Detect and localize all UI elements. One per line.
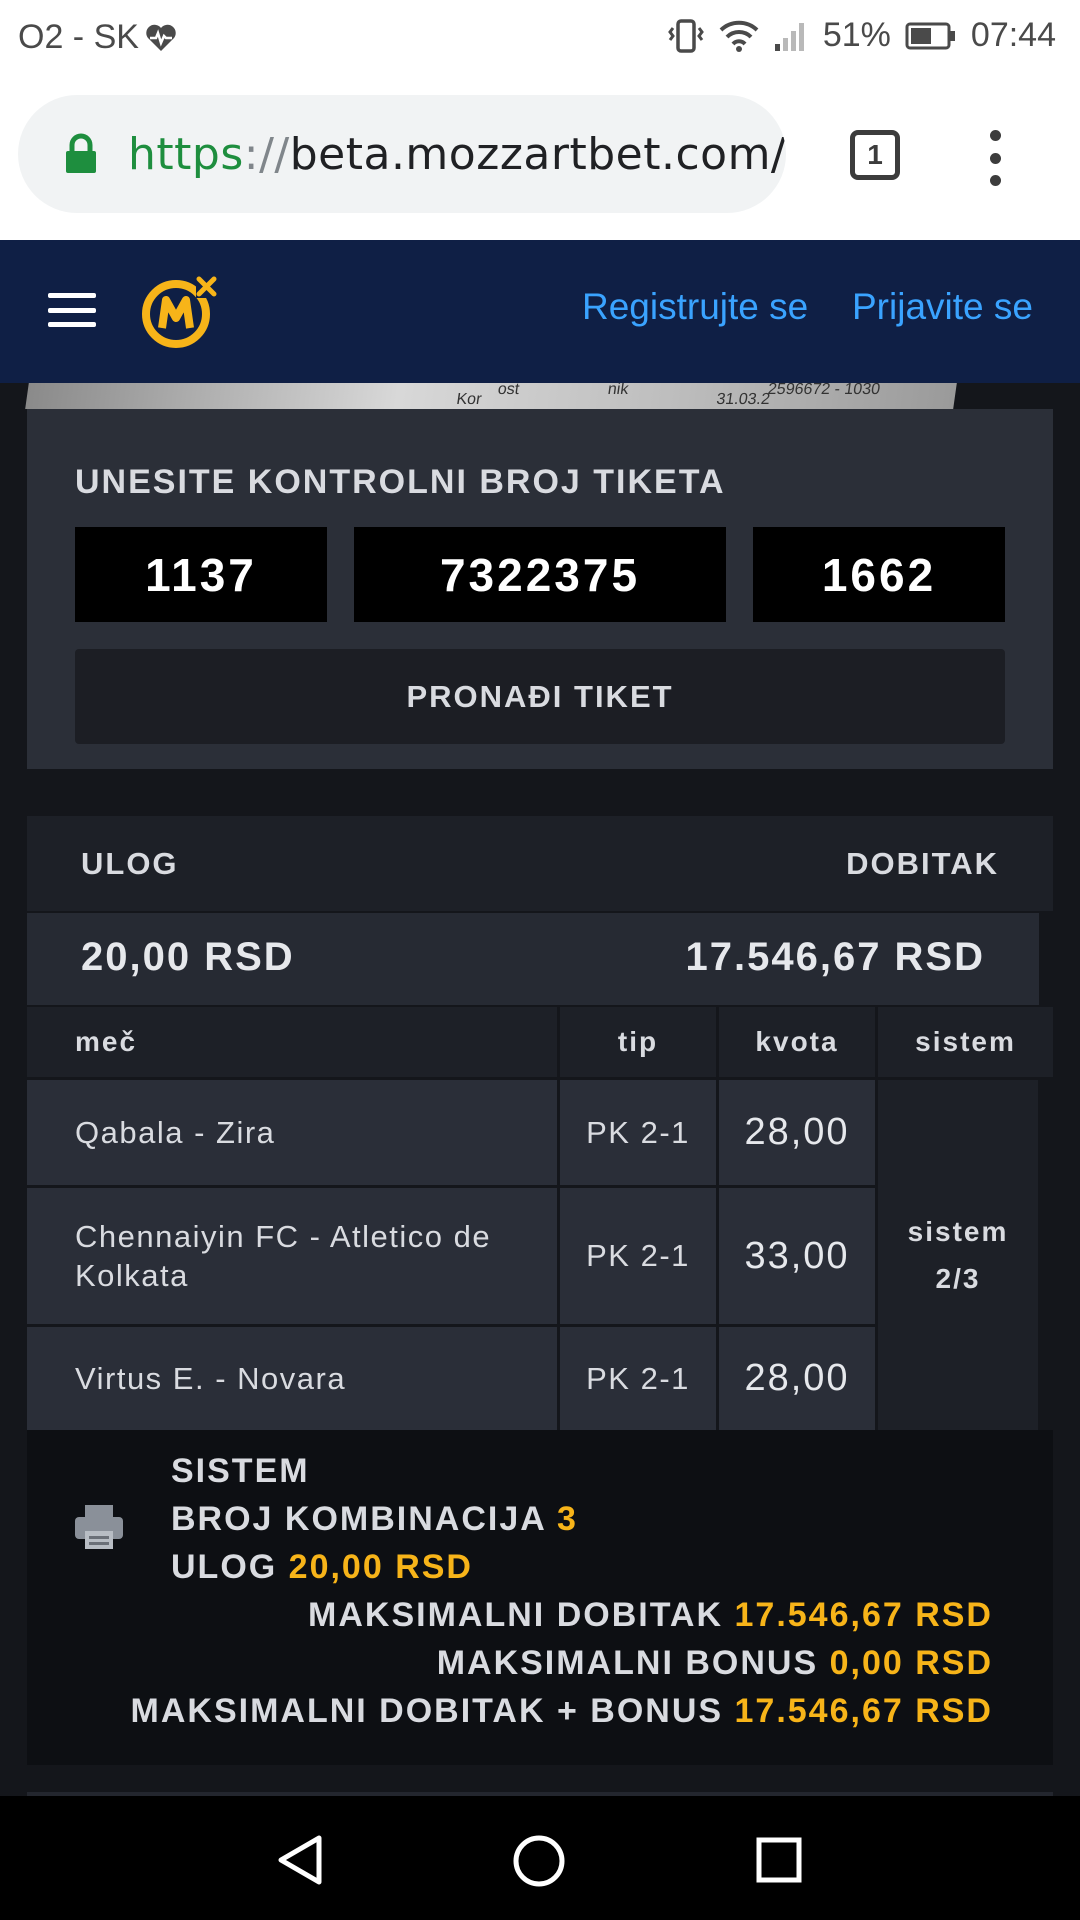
combinations-value: 3 (557, 1500, 578, 1538)
stake-header: ULOG DOBITAK (27, 816, 1053, 911)
summary-system: SISTEM (171, 1452, 310, 1491)
ticket-summary: SISTEM BROJ KOMBINACIJA 3 ULOG 20,00 RSD… (27, 1430, 1053, 1765)
system-navigation-bar (0, 1796, 1080, 1920)
heart-monitor-icon (145, 23, 177, 53)
stake-value: 20,00 RSD (81, 935, 295, 979)
browser-menu-button[interactable] (980, 130, 1010, 186)
ticket-code-field-3[interactable]: 1662 (753, 527, 1005, 622)
recents-icon[interactable] (755, 1836, 803, 1889)
banner-image: ost nik 2596672 - 1030 Kor 31.03.2 (25, 383, 957, 409)
find-ticket-button[interactable]: PRONAĐI TIKET (75, 649, 1005, 744)
url-separator: :// (243, 128, 290, 180)
menu-line (48, 307, 96, 313)
ticket-code-field-2[interactable]: 7322375 (354, 527, 726, 622)
page-content: ost nik 2596672 - 1030 Kor 31.03.2 UNESI… (0, 383, 1080, 1796)
summary-stake: ULOG 20,00 RSD (171, 1548, 473, 1587)
url-text: https://beta.mozzartbet.com/ (128, 129, 786, 180)
max-win-label: MAKSIMALNI DOBITAK (308, 1596, 724, 1634)
table-row-tip: PK 2-1 (560, 1188, 716, 1324)
max-total-value: 17.546,67 RSD (734, 1692, 993, 1730)
login-link[interactable]: Prijavite se (852, 286, 1033, 328)
summary-max-bonus: MAKSIMALNI BONUS 0,00 RSD (437, 1644, 993, 1683)
carrier-label: O2 - SK (18, 18, 139, 56)
mozzart-logo[interactable] (140, 272, 220, 357)
stake-values: 20,00 RSD 17.546,67 RSD (27, 913, 1039, 1005)
menu-line (48, 322, 96, 327)
win-value: 17.546,67 RSD (685, 935, 985, 979)
table-row-odds: 28,00 (719, 1327, 875, 1430)
max-win-value: 17.546,67 RSD (734, 1596, 993, 1634)
url-host: beta.mozzartbet.com/ (289, 128, 786, 180)
status-right: 51% 07:44 (667, 16, 1056, 55)
menu-dot (989, 175, 1001, 186)
system-word: sistem (907, 1216, 1009, 1247)
table-row-match: Qabala - Zira (27, 1080, 557, 1185)
summary-system-label: SISTEM (171, 1452, 310, 1490)
column-header-tip: tip (560, 1007, 716, 1077)
banner-text: 2596672 - 1030 (766, 383, 882, 398)
printer-icon[interactable] (73, 1503, 125, 1551)
win-label: DOBITAK (846, 846, 999, 881)
system-value: 2/3 (935, 1263, 981, 1294)
ticket-search-panel: UNESITE KONTROLNI BROJ TIKETA 1137 73223… (27, 409, 1053, 769)
banner-text: 31.03.2 (715, 391, 772, 408)
browser-toolbar: https://beta.mozzartbet.com/ 1 (0, 75, 1080, 240)
table-row-match: Chennaiyin FC - Atletico de Kolkata (27, 1188, 557, 1324)
clock: 07:44 (970, 16, 1056, 54)
menu-line (48, 293, 96, 298)
banner-text: nik (606, 383, 630, 398)
vibrate-icon (667, 18, 705, 54)
column-header-system: sistem (878, 1007, 1053, 1077)
max-bonus-label: MAKSIMALNI BONUS (436, 1644, 819, 1682)
table-row-tip: PK 2-1 (560, 1327, 716, 1430)
column-header-match: meč (27, 1007, 557, 1077)
summary-stake-value: 20,00 RSD (288, 1548, 473, 1586)
register-link[interactable]: Registrujte se (582, 286, 808, 328)
max-total-label: MAKSIMALNI DOBITAK + BONUS (130, 1692, 724, 1730)
banner-text: Kor (455, 391, 483, 408)
summary-max-total: MAKSIMALNI DOBITAK + BONUS 17.546,67 RSD (131, 1692, 993, 1731)
lock-icon (64, 133, 98, 175)
site-header: Registrujte se Prijavite se (0, 240, 1080, 383)
wifi-icon (719, 20, 759, 52)
signal-icon (773, 20, 809, 52)
address-bar[interactable]: https://beta.mozzartbet.com/ (18, 95, 786, 213)
url-scheme: https (128, 128, 244, 180)
table-row-odds: 33,00 (719, 1188, 875, 1324)
system-cell: sistem 2/3 (878, 1080, 1038, 1430)
combinations-label: BROJ KOMBINACIJA (171, 1500, 546, 1538)
menu-dot (989, 152, 1001, 164)
table-row-match: Virtus E. - Novara (27, 1327, 557, 1430)
tab-switcher-button[interactable]: 1 (850, 130, 900, 180)
status-left: O2 - SK (18, 18, 177, 57)
battery-icon (905, 22, 957, 50)
summary-max-win: MAKSIMALNI DOBITAK 17.546,67 RSD (308, 1596, 993, 1635)
max-bonus-value: 0,00 RSD (829, 1644, 993, 1682)
summary-stake-label: ULOG (171, 1548, 278, 1586)
ticket-search-title: UNESITE KONTROLNI BROJ TIKETA (75, 463, 726, 501)
table-row-tip: PK 2-1 (560, 1080, 716, 1185)
status-bar: O2 - SK 51% 07:44 (0, 0, 1080, 75)
back-icon[interactable] (275, 1834, 325, 1891)
ticket-code-field-1[interactable]: 1137 (75, 527, 327, 622)
menu-icon[interactable] (48, 293, 96, 327)
column-header-odds: kvota (719, 1007, 875, 1077)
stake-label: ULOG (81, 846, 179, 881)
home-icon[interactable] (512, 1834, 566, 1893)
table-row-odds: 28,00 (719, 1080, 875, 1185)
menu-dot (989, 130, 1001, 141)
banner-text: ost (496, 383, 521, 398)
battery-percent: 51% (822, 16, 891, 54)
summary-combinations: BROJ KOMBINACIJA 3 (171, 1500, 578, 1539)
